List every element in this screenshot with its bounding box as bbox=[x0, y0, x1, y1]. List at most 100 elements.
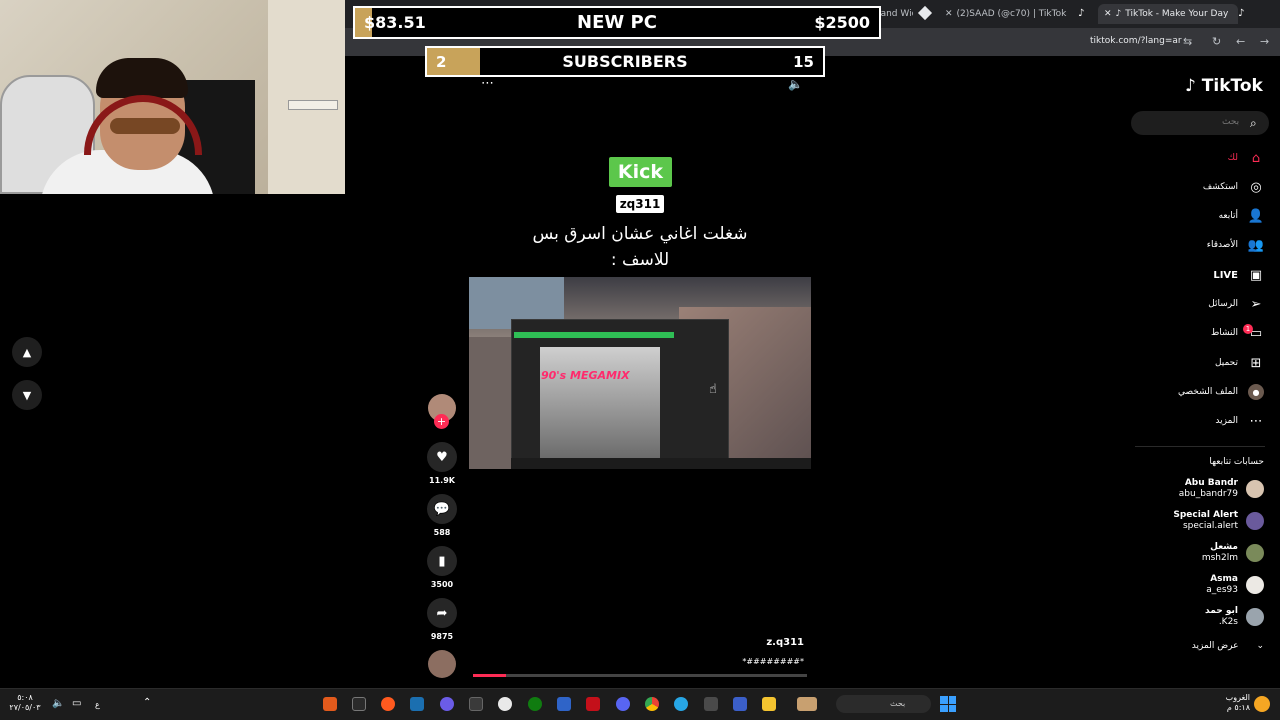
goal-label: NEW PC bbox=[577, 12, 657, 33]
discord-icon[interactable] bbox=[616, 697, 630, 711]
g-app-icon[interactable] bbox=[498, 697, 512, 711]
following-accounts-title: حسابات تتابعها bbox=[1209, 457, 1264, 467]
video-progress-bar[interactable] bbox=[473, 674, 807, 677]
weather-widget[interactable]: الغروب ٥:١٨ م bbox=[1210, 693, 1250, 713]
steam-icon[interactable] bbox=[410, 697, 424, 711]
browser-icon[interactable] bbox=[797, 697, 817, 711]
home-icon: ⌂ bbox=[1251, 150, 1261, 166]
x-app-icon[interactable] bbox=[469, 697, 483, 711]
following-account[interactable]: مشعل msh2lm bbox=[1144, 539, 1264, 567]
avatar bbox=[1246, 480, 1264, 498]
previous-video-button[interactable]: ▲ bbox=[12, 337, 42, 367]
wall bbox=[268, 0, 345, 194]
taskbar-search-placeholder: بحث bbox=[890, 699, 906, 708]
language-indicator[interactable]: ع bbox=[95, 700, 100, 710]
search-placeholder: بحث bbox=[1222, 117, 1240, 127]
following-account[interactable]: Abu Bandr abu_bandr79 bbox=[1144, 475, 1264, 503]
taskbar-search[interactable] bbox=[836, 695, 931, 713]
volume-tray-icon[interactable]: 🔈 bbox=[52, 698, 64, 709]
avatar bbox=[1246, 608, 1264, 626]
activity-badge: 1 bbox=[1243, 324, 1253, 334]
streamer-hair bbox=[96, 58, 188, 98]
app-icon-red[interactable] bbox=[586, 697, 600, 711]
following-account[interactable]: Asma a_es93 bbox=[1144, 571, 1264, 599]
app-icon-blue[interactable] bbox=[733, 697, 747, 711]
site-settings-icon[interactable]: ⇆ bbox=[1183, 35, 1192, 48]
caption-line-2: للاسف : bbox=[610, 250, 670, 270]
album-cover bbox=[540, 347, 660, 459]
tab-saad-tiktok[interactable]: ✕ (2)SAAD (@c70) | TikTok bbox=[945, 4, 1070, 24]
video-progress-fill bbox=[473, 674, 507, 677]
avatar bbox=[1246, 576, 1264, 594]
follow-plus-icon[interactable]: + bbox=[434, 414, 449, 429]
upload-icon: ⊞ bbox=[1250, 355, 1262, 371]
nav-item-upload[interactable]: تحميل ⊞ bbox=[1124, 352, 1264, 374]
tiktok-favicon-icon: ♪ bbox=[1115, 9, 1122, 19]
nav-item-profile[interactable]: الملف الشخصي ● bbox=[1124, 381, 1264, 403]
ea-app-icon[interactable] bbox=[323, 697, 337, 711]
sunglasses bbox=[110, 118, 180, 134]
chevron-down-icon: ▼ bbox=[22, 388, 32, 402]
album-cover-title: 90's MEGAMIX bbox=[541, 369, 630, 382]
share-action: ➦ 9875 bbox=[425, 598, 459, 641]
search-icon[interactable]: ⌕ bbox=[1250, 116, 1257, 131]
more-options-icon[interactable]: ⋯ bbox=[481, 76, 494, 91]
tray-overflow-icon[interactable]: ⌃ bbox=[143, 697, 151, 708]
goal-bar-subscribers: 2 SUBSCRIBERS 15 bbox=[425, 46, 825, 77]
comment-icon[interactable]: 💬 bbox=[427, 494, 457, 524]
avatar bbox=[1246, 544, 1264, 562]
nav-item-friends[interactable]: الأصدقاء 👥 bbox=[1124, 234, 1264, 256]
heart-icon[interactable]: ♥ bbox=[427, 442, 457, 472]
xbox-icon[interactable] bbox=[528, 697, 542, 711]
video-author-name[interactable]: z.q311 bbox=[700, 637, 804, 648]
forward-icon[interactable]: ← bbox=[1236, 35, 1245, 48]
brave-icon[interactable] bbox=[381, 697, 395, 711]
chevron-up-icon: ▲ bbox=[22, 345, 32, 359]
following-icon: 👤 bbox=[1247, 208, 1265, 224]
compass-icon: ◎ bbox=[1250, 179, 1262, 195]
app-icon[interactable] bbox=[557, 697, 571, 711]
tab-tiktok-active[interactable]: ✕ ♪ TikTok - Make Your Day bbox=[1098, 4, 1238, 24]
close-icon[interactable]: ✕ bbox=[945, 9, 953, 19]
chrome-icon[interactable] bbox=[645, 697, 659, 711]
music-disc-avatar[interactable] bbox=[428, 650, 456, 678]
tiktok-favicon-icon: ♪ bbox=[1238, 8, 1245, 19]
network-tray-icon[interactable]: ▭ bbox=[72, 698, 81, 709]
close-icon[interactable]: ✕ bbox=[1104, 9, 1112, 19]
tiktok-logo[interactable]: ♪ TikTok bbox=[1185, 76, 1263, 96]
video-clip-frame[interactable]: 90's MEGAMIX ☝ bbox=[469, 277, 811, 469]
windows-start-icon[interactable] bbox=[940, 696, 956, 712]
live-icon: ▣ bbox=[1249, 267, 1263, 283]
see-more-button[interactable]: عرض المزيد ⌄ bbox=[1192, 641, 1264, 651]
goal-label: SUBSCRIBERS bbox=[562, 52, 688, 71]
messages-icon: ➢ bbox=[1250, 296, 1262, 312]
save-action: ▮ 3500 bbox=[425, 546, 459, 589]
store-icon[interactable] bbox=[704, 697, 718, 711]
search-input[interactable] bbox=[1131, 111, 1269, 135]
nav-item-more[interactable]: المزيد ⋯ bbox=[1124, 410, 1264, 432]
reload-icon[interactable]: ↻ bbox=[1212, 35, 1221, 48]
telegram-icon[interactable] bbox=[674, 697, 688, 711]
nav-item-for-you[interactable]: لك ⌂ bbox=[1124, 147, 1264, 169]
nav-item-explore[interactable]: استكشف ◎ bbox=[1124, 176, 1264, 198]
nav-item-messages[interactable]: الرسائل ➢ bbox=[1124, 293, 1264, 315]
tiktok-note-icon: ♪ bbox=[1185, 76, 1196, 96]
following-account[interactable]: Special Alert special.alert bbox=[1144, 507, 1264, 535]
following-account[interactable]: ابو حمد .K2s bbox=[1144, 603, 1264, 631]
back-icon[interactable]: → bbox=[1260, 35, 1269, 48]
file-explorer-icon[interactable] bbox=[762, 697, 776, 711]
windows-taskbar bbox=[0, 688, 1280, 720]
bookmark-icon[interactable]: ▮ bbox=[427, 546, 457, 576]
obs-icon[interactable] bbox=[440, 697, 454, 711]
share-icon[interactable]: ➦ bbox=[427, 598, 457, 628]
volume-icon[interactable]: 🔈 bbox=[788, 77, 803, 91]
nav-item-following[interactable]: أتابعه 👤 bbox=[1124, 205, 1265, 227]
url-field[interactable]: tiktok.com/?lang=ar bbox=[1090, 36, 1182, 46]
clip-taskbar bbox=[511, 458, 811, 469]
epic-games-icon[interactable] bbox=[352, 697, 366, 711]
nav-item-live[interactable]: LIVE ▣ bbox=[1124, 264, 1264, 286]
next-video-button[interactable]: ▼ bbox=[12, 380, 42, 410]
avatar bbox=[1246, 512, 1264, 530]
system-clock[interactable]: ٥:٠٨ ٢٧/٠٥/٠٣ bbox=[8, 693, 42, 713]
like-action: ♥ 11.9K bbox=[425, 442, 459, 485]
